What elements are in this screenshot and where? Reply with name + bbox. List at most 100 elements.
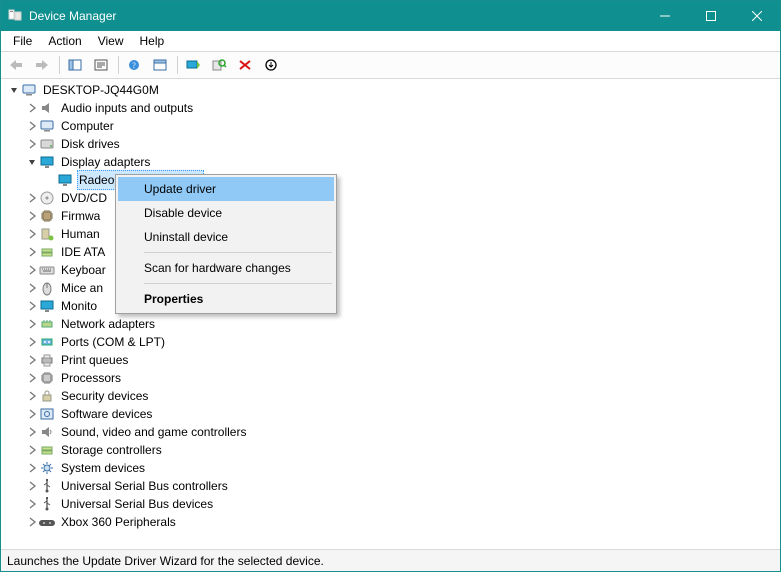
chevron-right-icon[interactable] [25, 119, 39, 133]
tree-item-label: Universal Serial Bus devices [59, 495, 215, 513]
chevron-right-icon[interactable] [25, 191, 39, 205]
tree-item-label: DVD/CD [59, 189, 109, 207]
tree-item-label: Ports (COM & LPT) [59, 333, 167, 351]
chevron-right-icon[interactable] [25, 317, 39, 331]
app-icon [7, 8, 23, 24]
uninstall-button[interactable] [233, 53, 257, 77]
chevron-right-icon[interactable] [25, 515, 39, 529]
tree-item-sound-video-game[interactable]: Sound, video and game controllers [25, 423, 780, 441]
chevron-right-icon[interactable] [25, 335, 39, 349]
chevron-down-icon[interactable] [7, 83, 21, 97]
menu-view[interactable]: View [90, 32, 132, 50]
title-bar: Device Manager [1, 1, 780, 31]
human-icon [39, 226, 55, 242]
chevron-right-icon[interactable] [25, 479, 39, 493]
scan-hardware-button[interactable] [207, 53, 231, 77]
tree-item-processors[interactable]: Processors [25, 369, 780, 387]
back-button[interactable] [4, 53, 28, 77]
show-hide-tree-button[interactable] [63, 53, 87, 77]
chevron-right-icon[interactable] [25, 407, 39, 421]
mouse-icon [39, 280, 55, 296]
tree-item-disk-drives[interactable]: Disk drives [25, 135, 780, 153]
ctx-scan-hardware[interactable]: Scan for hardware changes [118, 256, 334, 280]
chevron-right-icon[interactable] [25, 497, 39, 511]
tree-item-software-devices[interactable]: Software devices [25, 405, 780, 423]
gamepad-icon [39, 514, 55, 530]
chip-icon [39, 208, 55, 224]
display-icon [39, 154, 55, 170]
chevron-right-icon[interactable] [25, 137, 39, 151]
tree-item-label: Monito [59, 297, 99, 315]
tree-item-xbox-peripherals[interactable]: Xbox 360 Peripherals [25, 513, 780, 531]
svg-text:?: ? [132, 61, 136, 70]
toolbar: ? [1, 51, 780, 79]
tree-item-usb-devices[interactable]: Universal Serial Bus devices [25, 495, 780, 513]
storage-icon [39, 244, 55, 260]
ctx-properties[interactable]: Properties [118, 287, 334, 311]
printer-icon [39, 352, 55, 368]
tree-item-computer[interactable]: Computer [25, 117, 780, 135]
tree-item-label: Disk drives [59, 135, 122, 153]
storage-icon [39, 442, 55, 458]
close-button[interactable] [734, 1, 780, 31]
chevron-right-icon[interactable] [25, 281, 39, 295]
menu-file[interactable]: File [5, 32, 40, 50]
tree-item-storage-controllers[interactable]: Storage controllers [25, 441, 780, 459]
usb-icon [39, 478, 55, 494]
chevron-right-icon[interactable] [25, 353, 39, 367]
tree-item-audio-inputs-outputs[interactable]: Audio inputs and outputs [25, 99, 780, 117]
disable-button[interactable] [259, 53, 283, 77]
tree-item-label: Keyboar [59, 261, 108, 279]
menu-bar: File Action View Help [1, 31, 780, 51]
gear-icon [39, 460, 55, 476]
chevron-right-icon[interactable] [25, 227, 39, 241]
update-driver-button[interactable] [181, 53, 205, 77]
tree-item-print-queues[interactable]: Print queues [25, 351, 780, 369]
client-area: DESKTOP-JQ44G0M Audio inputs and outputs… [1, 79, 780, 549]
chevron-right-icon[interactable] [25, 263, 39, 277]
help-button[interactable]: ? [122, 53, 146, 77]
chevron-right-icon[interactable] [25, 245, 39, 259]
tree-item-label: Storage controllers [59, 441, 164, 459]
ctx-separator [144, 252, 332, 253]
menu-help[interactable]: Help [132, 32, 173, 50]
tree-item-ports[interactable]: Ports (COM & LPT) [25, 333, 780, 351]
tree-item-label: Sound, video and game controllers [59, 423, 248, 441]
tree-item-label: System devices [59, 459, 147, 477]
tree-root-row[interactable]: DESKTOP-JQ44G0M [7, 81, 780, 99]
chevron-right-icon[interactable] [25, 443, 39, 457]
chevron-down-icon[interactable] [25, 155, 39, 169]
minimize-button[interactable] [642, 1, 688, 31]
tree-item-label: Audio inputs and outputs [59, 99, 195, 117]
chevron-right-icon[interactable] [25, 371, 39, 385]
sound-icon [39, 424, 55, 440]
tree-item-label: Firmwa [59, 207, 102, 225]
chevron-right-icon[interactable] [25, 209, 39, 223]
ctx-uninstall-device[interactable]: Uninstall device [118, 225, 334, 249]
chevron-right-icon[interactable] [25, 389, 39, 403]
menu-action[interactable]: Action [40, 32, 89, 50]
software-icon [39, 406, 55, 422]
gpu-icon [57, 172, 73, 188]
maximize-button[interactable] [688, 1, 734, 31]
ctx-disable-device[interactable]: Disable device [118, 201, 334, 225]
tree-item-system-devices[interactable]: System devices [25, 459, 780, 477]
disk-icon [39, 136, 55, 152]
action-sheet-button[interactable] [148, 53, 172, 77]
usb-icon [39, 496, 55, 512]
tree-item-usb-controllers[interactable]: Universal Serial Bus controllers [25, 477, 780, 495]
tree-item-label: Software devices [59, 405, 154, 423]
chevron-right-icon[interactable] [25, 101, 39, 115]
chevron-right-icon[interactable] [25, 461, 39, 475]
chevron-right-icon[interactable] [25, 425, 39, 439]
properties-button[interactable] [89, 53, 113, 77]
lock-icon [39, 388, 55, 404]
tree-item-label: Computer [59, 117, 116, 135]
tree-item-display-adapters[interactable]: Display adapters [25, 153, 780, 171]
dvd-icon [39, 190, 55, 206]
ctx-update-driver[interactable]: Update driver [118, 177, 334, 201]
tree-item-network-adapters[interactable]: Network adapters [25, 315, 780, 333]
chevron-right-icon[interactable] [25, 299, 39, 313]
tree-item-security-devices[interactable]: Security devices [25, 387, 780, 405]
forward-button[interactable] [30, 53, 54, 77]
